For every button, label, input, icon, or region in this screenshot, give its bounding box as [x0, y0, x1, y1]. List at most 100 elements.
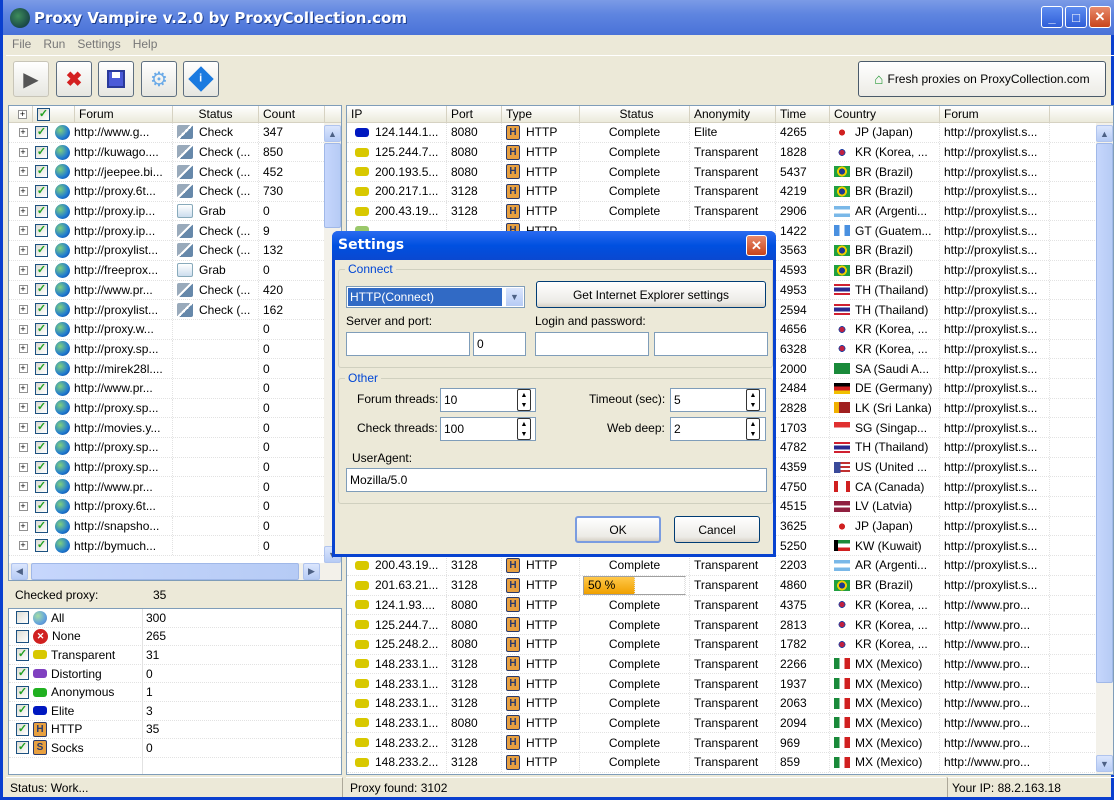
proxy-type-select[interactable]: HTTP(Connect) ▼ [346, 286, 525, 308]
scroll-left-button[interactable]: ◀ [11, 563, 28, 580]
forum-row[interactable]: + ✓ http://bymuch... 0 [9, 536, 324, 557]
forum-checkbox[interactable]: ✓ [33, 379, 53, 398]
forum-row[interactable]: + ✓ http://proxy.6t... 0 [9, 497, 324, 517]
filter-row[interactable]: ✓ H HTTP 35 [9, 721, 341, 740]
cancel-button[interactable]: Cancel [674, 516, 760, 543]
web-deep-spinner[interactable]: ▲ ▼ [746, 418, 760, 440]
scroll-up-button[interactable]: ▲ [324, 125, 341, 142]
proxy-row[interactable]: 148.233.2... 3128 H HTTP Complete Transparent… [347, 733, 1095, 753]
forum-hscrollbar[interactable]: ◀ ▶ [9, 563, 341, 580]
forum-row[interactable]: + ✓ http://proxy.sp... 0 [9, 457, 324, 478]
expand-button[interactable]: + [9, 162, 33, 181]
expand-button[interactable]: + [9, 221, 33, 240]
settings-button[interactable]: ⚙ [141, 61, 177, 97]
settings-dialog-title[interactable]: Settings [332, 231, 776, 260]
scroll-thumb[interactable] [1096, 143, 1113, 683]
proxy-row[interactable]: 200.43.19... 3128 H HTTP Complete Transparent… [347, 201, 1095, 222]
proxy-row[interactable]: 125.244.7... 8080 H HTTP Complete Transparent… [347, 142, 1095, 163]
expand-button[interactable]: + [9, 241, 33, 260]
forum-row[interactable]: + ✓ http://proxy.ip... Grab 0 [9, 201, 324, 222]
expand-button[interactable]: + [9, 143, 33, 162]
chevron-down-icon[interactable]: ▼ [506, 288, 523, 306]
forum-checkbox[interactable]: ✓ [33, 359, 53, 378]
col-status[interactable]: Status [580, 106, 690, 122]
expand-button[interactable]: + [9, 300, 33, 319]
filter-checkbox[interactable]: ✓ [16, 704, 29, 718]
maximize-button[interactable]: □ [1065, 6, 1087, 28]
expand-button[interactable]: + [9, 182, 33, 201]
forum-row[interactable]: + ✓ http://www.pr... Check (... 420 [9, 280, 324, 301]
scroll-up-button[interactable]: ▲ [1096, 125, 1113, 142]
proxy-row[interactable]: 148.233.1... 8080 H HTTP Complete Transparent… [347, 713, 1095, 734]
proxy-row[interactable]: 200.217.1... 3128 H HTTP Complete Transparent… [347, 182, 1095, 202]
col-type[interactable]: Type [502, 106, 580, 122]
col-anonymity[interactable]: Anonymity [690, 106, 776, 122]
filter-row[interactable]: ✕ None 265 [9, 628, 341, 647]
col-ip[interactable]: IP [347, 106, 447, 122]
expand-button[interactable]: + [9, 517, 33, 536]
filter-checkbox[interactable]: ✓ [16, 741, 29, 755]
proxy-row[interactable]: 201.63.21... 3128 H HTTP 50 % Transparent 4860… [347, 575, 1095, 596]
forum-row[interactable]: + ✓ http://proxy.ip... Check (... 9 [9, 221, 324, 242]
forum-row[interactable]: + ✓ http://www.pr... 0 [9, 477, 324, 498]
proxy-row[interactable]: 125.244.7... 8080 H HTTP Complete Transparent… [347, 615, 1095, 635]
forum-checkbox[interactable]: ✓ [33, 202, 53, 221]
proxy-row[interactable]: 124.1.93.... 8080 H HTTP Complete Transparent… [347, 595, 1095, 616]
forum-checkbox[interactable]: ✓ [33, 536, 53, 555]
forum-row[interactable]: + ✓ http://mirek28l.... 0 [9, 359, 324, 379]
start-button[interactable]: ▶ [13, 61, 49, 97]
expand-button[interactable]: + [9, 202, 33, 221]
forum-row[interactable]: + ✓ http://kuwago.... Check (... 850 [9, 142, 324, 163]
forum-row[interactable]: + ✓ http://www.g... Check 347 [9, 123, 324, 143]
col-forum[interactable]: Forum [75, 106, 173, 122]
col-count[interactable]: Count [259, 106, 325, 122]
fresh-proxies-button[interactable]: ⌂ Fresh proxies on ProxyCollection.com [858, 61, 1106, 97]
hscroll-thumb[interactable] [31, 563, 299, 580]
forum-checkbox[interactable]: ✓ [33, 182, 53, 201]
filter-row[interactable]: ✓ Distorting 0 [9, 665, 341, 684]
forum-row[interactable]: + ✓ http://www.pr... 0 [9, 378, 324, 399]
forum-checkbox[interactable]: ✓ [33, 438, 53, 457]
expand-button[interactable]: + [9, 123, 33, 142]
ok-button[interactable]: OK [575, 516, 661, 543]
menu-help[interactable]: Help [127, 35, 164, 53]
filter-checkbox[interactable]: ✓ [16, 722, 29, 736]
forum-checkbox[interactable]: ✓ [33, 162, 53, 181]
scroll-thumb[interactable] [324, 143, 341, 228]
col-forum[interactable]: Forum [940, 106, 1050, 122]
proxy-row[interactable]: 148.233.1... 3128 H HTTP Complete Transparent… [347, 693, 1095, 714]
forum-checkbox[interactable]: ✓ [33, 123, 53, 142]
expand-button[interactable]: + [9, 320, 33, 339]
check-all-checkbox[interactable]: ✓ [33, 106, 75, 122]
expand-all-button[interactable]: + [9, 106, 33, 122]
forum-checkbox[interactable]: ✓ [33, 477, 53, 496]
port-input[interactable]: 0 [473, 332, 526, 356]
filter-checkbox[interactable]: ✓ [16, 667, 29, 681]
proxy-row[interactable]: 148.233.2... 3128 H HTTP Complete Transparent… [347, 753, 1095, 773]
expand-button[interactable]: + [9, 379, 33, 398]
filter-checkbox[interactable] [16, 611, 29, 625]
proxy-row[interactable]: 148.233.1... 3128 H HTTP Complete Transparent… [347, 674, 1095, 694]
forum-checkbox[interactable]: ✓ [33, 261, 53, 280]
filter-row[interactable]: ✓ S Socks 0 [9, 739, 341, 758]
proxy-row[interactable]: 200.193.5... 8080 H HTTP Complete Transparent… [347, 162, 1095, 183]
expand-button[interactable]: + [9, 497, 33, 516]
forum-row[interactable]: + ✓ http://proxy.6t... Check (... 730 [9, 182, 324, 202]
col-status[interactable]: Status [173, 106, 259, 122]
proxy-row[interactable]: 125.248.2... 8080 H HTTP Complete Transparent… [347, 634, 1095, 655]
filter-row[interactable]: ✓ Transparent 31 [9, 646, 341, 665]
filter-row[interactable]: ✓ Elite 3 [9, 702, 341, 721]
expand-button[interactable]: + [9, 458, 33, 477]
save-button[interactable] [98, 61, 134, 97]
info-button[interactable]: i [183, 61, 219, 97]
forum-row[interactable]: + ✓ http://jeepee.bi... Check (... 452 [9, 162, 324, 183]
forum-row[interactable]: + ✓ http://proxy.sp... 0 [9, 398, 324, 419]
proxy-row[interactable]: 148.233.1... 3128 H HTTP Complete Transparent… [347, 654, 1095, 675]
expand-button[interactable]: + [9, 438, 33, 457]
forum-row[interactable]: + ✓ http://proxylist... Check (... 162 [9, 300, 324, 320]
forum-row[interactable]: + ✓ http://snapsho... 0 [9, 516, 324, 537]
forum-checkbox[interactable]: ✓ [33, 517, 53, 536]
close-button[interactable]: ✕ [1089, 6, 1111, 28]
forum-checkbox[interactable]: ✓ [33, 458, 53, 477]
menu-file[interactable]: File [6, 35, 37, 53]
